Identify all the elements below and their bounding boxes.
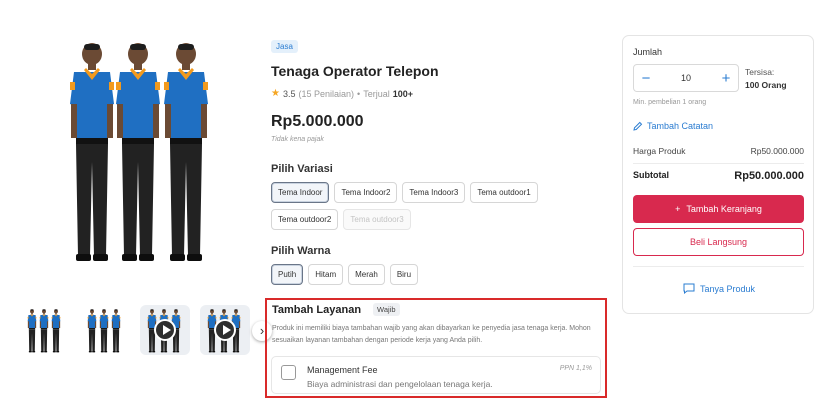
color-title: Pilih Warna	[271, 245, 331, 257]
video-thumbnail[interactable]	[200, 305, 250, 355]
star-icon: ★	[271, 88, 280, 99]
main-product-image[interactable]	[20, 30, 252, 268]
addon-description: Produk ini memiliki biaya tambahan wajib…	[272, 325, 591, 344]
add-to-cart-label: Tambah Keranjang	[686, 204, 762, 214]
image-thumbnail[interactable]	[80, 305, 130, 355]
add-to-cart-button[interactable]: + Tambah Keranjang	[633, 195, 804, 223]
color-option[interactable]: Biru	[389, 264, 419, 285]
product-price-value: Rp50.000.000	[750, 146, 804, 156]
variant-option[interactable]: Tema Indoor	[271, 182, 330, 203]
rating-row: ★ 3.5 (15 Penilaian) • Terjual 100+	[271, 88, 611, 99]
variant-option[interactable]: Tema outdoor2	[271, 209, 339, 230]
person-figure	[112, 42, 164, 264]
review-count[interactable]: (15 Penilaian)	[298, 89, 354, 99]
buy-now-button[interactable]: Beli Langsung	[633, 228, 804, 256]
variant-options: Tema Indoor Tema Indoor2 Tema Indoor3 Tema …	[271, 182, 561, 230]
product-info: Jasa Tenaga Operator Telepon ★ 3.5 (15 P…	[271, 36, 611, 285]
rating-value: 3.5	[282, 88, 296, 99]
plus-icon: +	[675, 204, 681, 214]
min-purchase-note: Min. pembelian 1 orang	[633, 99, 707, 106]
ask-product-label: Tanya Produk	[699, 283, 756, 294]
product-price-row: Harga Produk Rp50.000.000	[633, 146, 804, 156]
product-title: Tenaga Operator Telepon	[271, 63, 439, 79]
divider	[633, 163, 804, 164]
variant-option[interactable]: Tema Indoor2	[334, 182, 398, 203]
variant-option[interactable]: Tema Indoor3	[402, 182, 466, 203]
addon-title: Tambah Layanan	[272, 303, 362, 316]
color-option[interactable]: Putih	[271, 264, 304, 285]
thumbnail-strip	[20, 305, 250, 355]
sold-value: 100+	[392, 88, 413, 99]
subtotal-row: Subtotal Rp50.000.000	[633, 170, 804, 182]
quantity-input[interactable]: 10	[658, 73, 714, 83]
person-figure	[50, 309, 62, 353]
fee-description: Biaya administrasi dan pengelolaan tenag…	[307, 379, 493, 389]
person-figure	[98, 309, 110, 353]
chat-icon	[683, 283, 695, 294]
product-price-label: Harga Produk	[633, 146, 686, 156]
fee-tax: PPN 1,1%	[559, 365, 592, 372]
dot-separator: •	[357, 88, 361, 99]
product-price: Rp5.000.000	[271, 113, 364, 130]
minus-icon[interactable]: −	[634, 65, 658, 91]
pencil-icon	[633, 121, 643, 131]
image-thumbnail[interactable]	[20, 305, 70, 355]
purchase-panel: Jumlah − 10 + Tersisa: 100 Orang Min. pe…	[622, 35, 814, 314]
subtotal-label: Subtotal	[633, 170, 669, 180]
buy-now-label: Beli Langsung	[689, 237, 748, 247]
ask-product-button[interactable]: Tanya Produk	[623, 283, 815, 294]
play-icon	[154, 319, 176, 341]
add-note-label: Tambah Catatan	[647, 121, 714, 131]
quantity-stepper: − 10 +	[633, 64, 739, 92]
stock-label: Tersisa:	[745, 67, 775, 77]
color-option[interactable]: Hitam	[308, 264, 344, 285]
person-figure	[66, 42, 118, 264]
plus-icon[interactable]: +	[714, 65, 738, 91]
add-note-link[interactable]: Tambah Catatan	[633, 121, 713, 131]
play-icon	[214, 319, 236, 341]
variant-option: Tema outdoor3	[343, 209, 411, 230]
person-figure	[86, 309, 98, 353]
subtotal-value: Rp50.000.000	[734, 170, 804, 182]
divider	[633, 266, 804, 267]
management-fee-option[interactable]: Management Fee Biaya administrasi dan pe…	[271, 356, 601, 394]
fee-name: Management Fee	[307, 365, 378, 375]
addon-header: Tambah Layanan Wajib	[272, 303, 400, 316]
video-thumbnail[interactable]	[140, 305, 190, 355]
person-figure	[110, 309, 122, 353]
person-figure	[38, 309, 50, 353]
person-figure	[160, 42, 212, 264]
sold-label: Terjual	[363, 88, 390, 99]
product-gallery: ›	[20, 30, 272, 355]
stock-info: Tersisa: 100 Orang	[745, 66, 787, 92]
addon-service-section: Tambah Layanan Wajib Produk ini memiliki…	[265, 298, 607, 398]
person-figure	[26, 309, 38, 353]
color-options: Putih Hitam Merah Biru	[271, 264, 561, 285]
color-option[interactable]: Merah	[348, 264, 385, 285]
tax-note: Tidak kena pajak	[271, 136, 324, 143]
management-fee-checkbox[interactable]	[281, 365, 296, 380]
quantity-label: Jumlah	[633, 47, 663, 57]
variant-option[interactable]: Tema outdoor1	[470, 182, 538, 203]
required-badge: Wajib	[373, 303, 400, 316]
category-badge: Jasa	[271, 40, 298, 53]
variant-title: Pilih Variasi	[271, 163, 333, 175]
stock-value: 100 Orang	[745, 80, 787, 90]
